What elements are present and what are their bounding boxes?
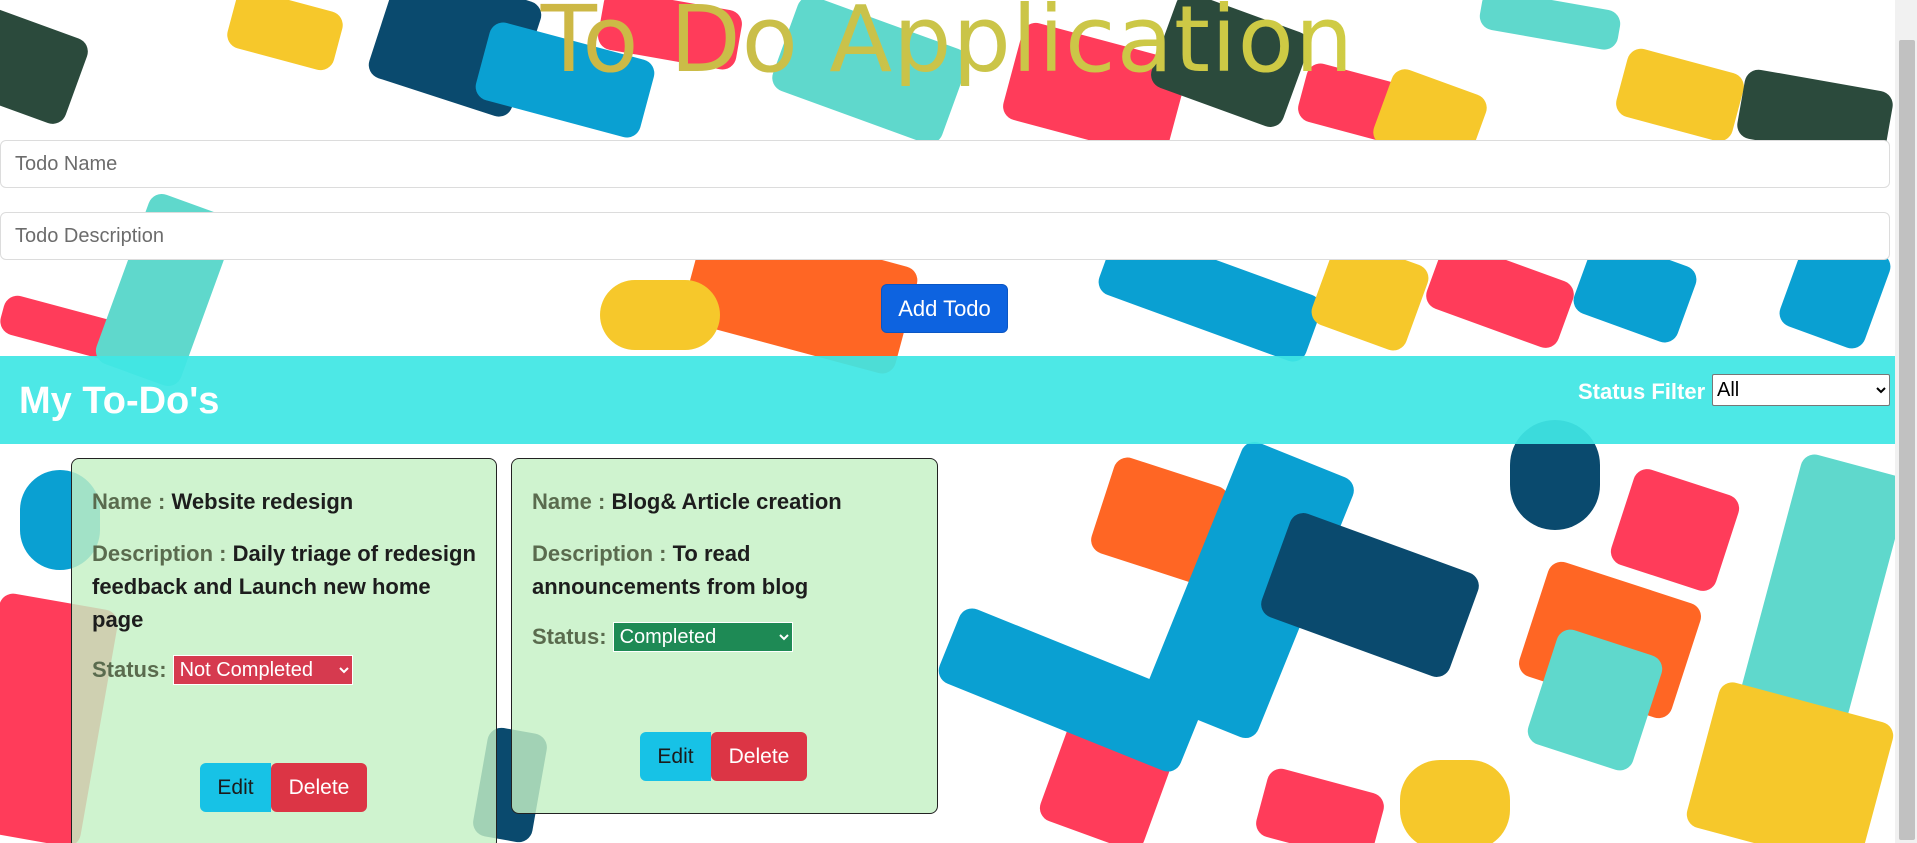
status-filter-label: Status Filter : bbox=[1578, 379, 1719, 404]
edit-button[interactable]: Edit bbox=[200, 763, 271, 812]
name-label: Name : bbox=[92, 489, 166, 514]
status-label: Status: bbox=[532, 624, 607, 649]
todo-description-row: Description : To read announcements from… bbox=[532, 537, 917, 603]
page-scrollbar[interactable] bbox=[1895, 0, 1917, 843]
todo-status-row: Status: Not Completed bbox=[92, 655, 476, 685]
todo-card: Name : Website redesign Description : Da… bbox=[71, 458, 497, 843]
add-todo-button[interactable]: Add Todo bbox=[881, 284, 1008, 333]
todo-name: Website redesign bbox=[171, 489, 354, 514]
todo-name-row: Name : Blog& Article creation bbox=[532, 485, 917, 518]
todo-status-select[interactable]: Not Completed bbox=[172, 655, 353, 685]
list-title: My To-Do's bbox=[19, 380, 220, 422]
edit-button[interactable]: Edit bbox=[640, 732, 711, 781]
delete-button[interactable]: Delete bbox=[711, 732, 807, 781]
name-label: Name : bbox=[532, 489, 606, 514]
todo-name-row: Name : Website redesign bbox=[92, 485, 476, 518]
status-filter-select[interactable]: All bbox=[1712, 374, 1890, 406]
app-title: To Do Application bbox=[0, 0, 1895, 86]
todo-status-select[interactable]: Completed bbox=[612, 622, 793, 652]
scrollbar-thumb[interactable] bbox=[1899, 40, 1915, 840]
todo-actions: Edit Delete bbox=[200, 763, 367, 812]
description-label: Description : bbox=[532, 541, 667, 566]
app-content: To Do Application Add Todo My To-Do's St… bbox=[0, 0, 1895, 843]
todo-card: Name : Blog& Article creation Descriptio… bbox=[511, 458, 938, 814]
delete-button[interactable]: Delete bbox=[271, 763, 367, 812]
status-label: Status: bbox=[92, 657, 167, 682]
todo-status-row: Status: Completed bbox=[532, 622, 917, 652]
todo-actions: Edit Delete bbox=[640, 732, 807, 781]
todo-list-header: My To-Do's Status Filter : All bbox=[0, 356, 1895, 444]
todo-name: Blog& Article creation bbox=[611, 489, 842, 514]
todo-description-row: Description : Daily triage of redesign f… bbox=[92, 537, 476, 636]
description-label: Description : bbox=[92, 541, 227, 566]
todo-description-input[interactable] bbox=[0, 212, 1890, 260]
todo-name-input[interactable] bbox=[0, 140, 1890, 188]
